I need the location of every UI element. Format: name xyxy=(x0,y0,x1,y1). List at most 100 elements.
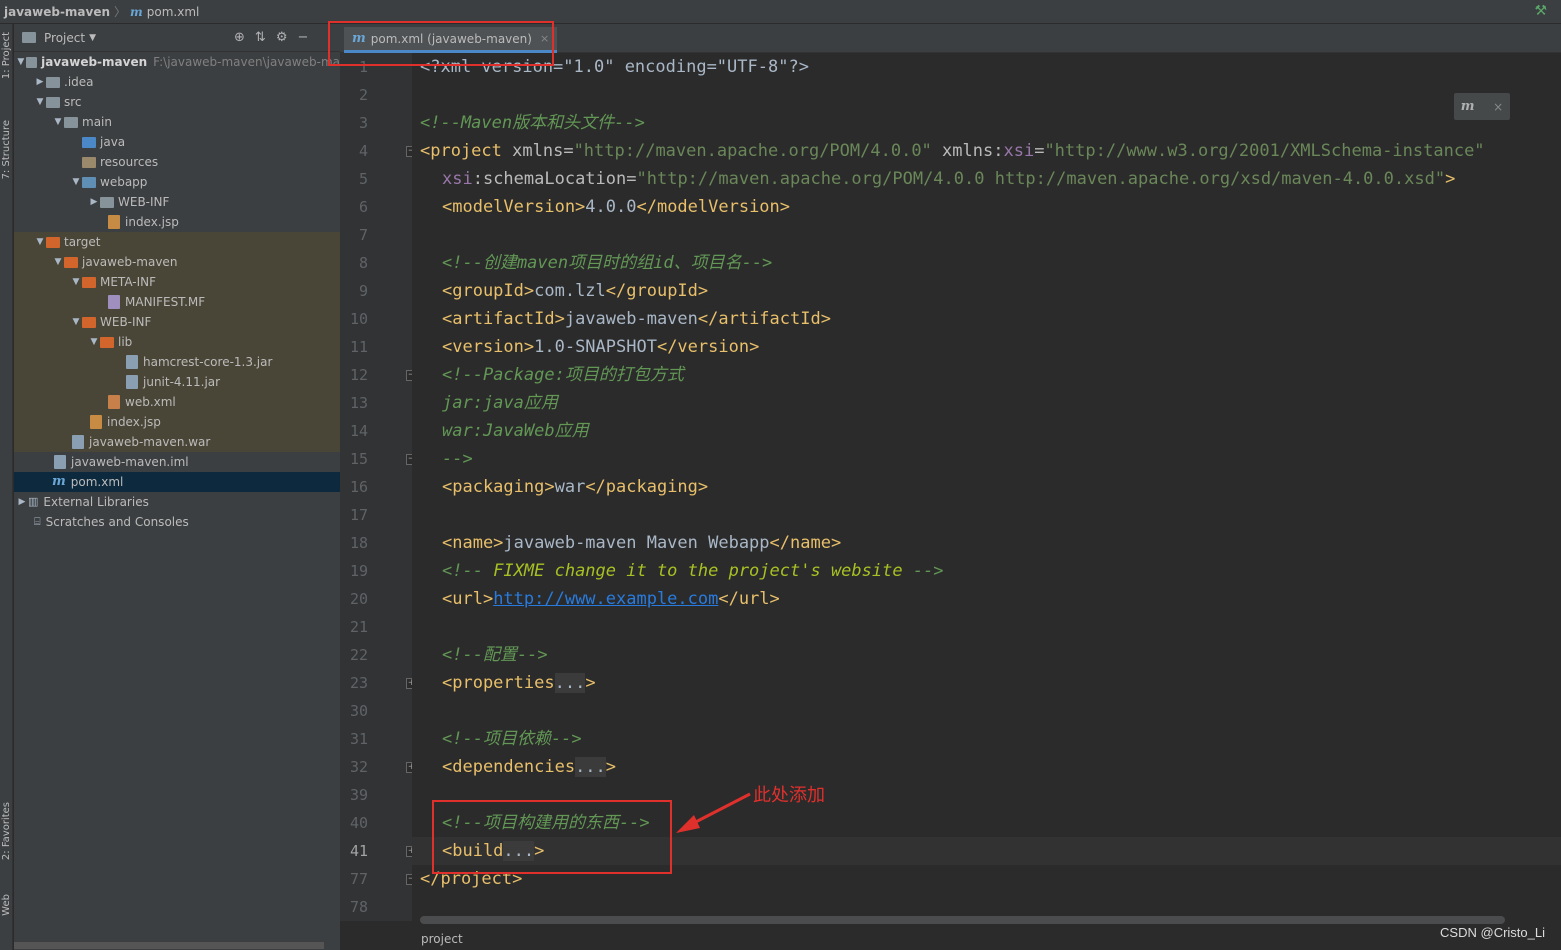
line-number: 39 xyxy=(349,786,368,804)
favorites-tool-tab[interactable]: 2: Favorites xyxy=(0,802,13,860)
expanded-arrow-icon[interactable]: ▼ xyxy=(52,112,64,132)
breadcrumb-project[interactable]: javaweb-maven xyxy=(0,5,110,19)
tag: <project xyxy=(420,141,513,161)
expanded-arrow-icon[interactable]: ▼ xyxy=(34,232,46,252)
tree-item-web-xml[interactable]: web.xml xyxy=(14,392,340,412)
xml-breadcrumb[interactable]: project xyxy=(421,932,463,946)
tag: <url> xyxy=(442,589,494,609)
tree-item-web-inf[interactable]: ▶ WEB-INF xyxy=(14,192,340,212)
tree-item-index-jsp[interactable]: index.jsp xyxy=(14,212,340,232)
tree-item-target-javaweb-maven[interactable]: ▼ javaweb-maven xyxy=(14,252,340,272)
tree-item-hamcrest-jar[interactable]: hamcrest-core-1.3.jar xyxy=(14,352,340,372)
tag: </artifactId> xyxy=(697,309,831,329)
line-number: 20 xyxy=(349,590,368,608)
maven-reload-icon[interactable]: m xyxy=(1461,99,1475,114)
tree-item-webapp[interactable]: ▼ webapp xyxy=(14,172,340,192)
expanded-arrow-icon[interactable]: ▼ xyxy=(52,252,64,272)
tree-item-resources[interactable]: resources xyxy=(14,152,340,172)
tree-item-scratches[interactable]: ⌸ Scratches and Consoles xyxy=(14,512,340,532)
folded-region[interactable]: ... xyxy=(575,757,606,777)
tree-item-main[interactable]: ▼ main xyxy=(14,112,340,132)
line-number: 14 xyxy=(349,422,368,440)
line-number: 6 xyxy=(358,198,368,216)
collapsed-arrow-icon[interactable]: ▶ xyxy=(16,492,28,512)
tree-item-javaweb-maven[interactable]: ▼ javaweb-maven F:\javaweb-maven\javaweb-m… xyxy=(14,52,340,72)
expanded-arrow-icon[interactable]: ▼ xyxy=(34,92,46,112)
breadcrumb-separator: 〉 xyxy=(114,5,127,19)
code-line-9: <groupId>com.lzl</groupId> xyxy=(442,277,708,305)
war-file-icon xyxy=(72,435,84,449)
build-hammer-icon[interactable]: ⚒ xyxy=(1534,3,1547,19)
tab-highlight-box xyxy=(328,21,554,66)
tree-item-target-index-jsp[interactable]: index.jsp xyxy=(14,412,340,432)
tree-item-java[interactable]: java xyxy=(14,132,340,152)
tree-item-external-libraries[interactable]: ▶ ▥ External Libraries xyxy=(14,492,340,512)
tree-label: javaweb-maven xyxy=(41,55,148,69)
tree-label: javaweb-maven.iml xyxy=(71,455,189,469)
expanded-arrow-icon[interactable]: ▼ xyxy=(88,332,100,352)
tree-item-src[interactable]: ▼ src xyxy=(14,92,340,112)
horizontal-scrollbar[interactable] xyxy=(420,916,1505,924)
line-number: 19 xyxy=(349,562,368,580)
web-tool-tab[interactable]: Web xyxy=(0,894,13,916)
excluded-folder-icon xyxy=(82,316,96,328)
expanded-arrow-icon[interactable]: ▼ xyxy=(70,172,82,192)
code-line-11: <version>1.0-SNAPSHOT</version> xyxy=(442,333,759,361)
web-folder-icon xyxy=(82,176,96,188)
tag: </name> xyxy=(769,533,842,553)
collapsed-arrow-icon[interactable]: ▶ xyxy=(34,72,46,92)
gear-icon[interactable]: ⚙ xyxy=(276,30,288,45)
collapse-all-icon[interactable]: ⇅ xyxy=(255,30,266,45)
close-icon[interactable]: × xyxy=(1493,100,1503,114)
breadcrumb-file[interactable]: pom.xml xyxy=(147,5,200,19)
line-number: 15 xyxy=(349,450,368,468)
tree-item-target-web-inf[interactable]: ▼ WEB-INF xyxy=(14,312,340,332)
line-number: 5 xyxy=(358,170,368,188)
structure-tool-tab[interactable]: 7: Structure xyxy=(0,120,13,179)
tree-item-junit-jar[interactable]: junit-4.11.jar xyxy=(14,372,340,392)
tree-item-idea[interactable]: ▶ .idea xyxy=(14,72,340,92)
comment: <!--项目依赖--> xyxy=(442,729,582,749)
text: javaweb-maven xyxy=(564,309,698,329)
tree-item-lib[interactable]: ▼ lib xyxy=(14,332,340,352)
expanded-arrow-icon[interactable]: ▼ xyxy=(16,52,26,72)
tree-label: java xyxy=(100,135,126,149)
collapsed-arrow-icon[interactable]: ▶ xyxy=(88,192,100,212)
code-line-13: jar:java应用 xyxy=(442,389,558,417)
code-line-4: <project xmlns="http://maven.apache.org/… xyxy=(420,141,1485,161)
tree-label: index.jsp xyxy=(125,215,179,229)
comment: <!--配置--> xyxy=(442,645,548,665)
tree-item-iml[interactable]: javaweb-maven.iml xyxy=(14,452,340,472)
line-number: 77 xyxy=(349,870,368,888)
attribute: xmlns xyxy=(512,141,564,161)
code-editor[interactable]: <?xml version="1.0" encoding="UTF-8"?> <… xyxy=(412,53,1561,921)
resources-folder-icon xyxy=(82,156,96,168)
hide-icon[interactable]: − xyxy=(297,30,308,45)
tree-item-meta-inf[interactable]: ▼ META-INF xyxy=(14,272,340,292)
folded-region[interactable]: ... xyxy=(554,673,586,693)
tree-item-manifest[interactable]: MANIFEST.MF xyxy=(14,292,340,312)
expanded-arrow-icon[interactable]: ▼ xyxy=(70,272,82,292)
tree-item-pom-xml[interactable]: m pom.xml xyxy=(14,472,340,492)
locate-icon[interactable]: ⊕ xyxy=(234,30,245,45)
code-line-22: <!--配置--> xyxy=(442,641,548,669)
project-folder-icon xyxy=(22,32,36,43)
fixme-comment: FIXME change it to the project's website xyxy=(493,561,903,581)
tree-item-target[interactable]: ▼ target xyxy=(14,232,340,252)
code-line-18: <name>javaweb-maven Maven Webapp</name> xyxy=(442,529,841,557)
code-line-31: <!--项目依赖--> xyxy=(442,725,582,753)
line-number: 22 xyxy=(349,646,368,664)
comment: <!-- xyxy=(442,561,494,581)
expanded-arrow-icon[interactable]: ▼ xyxy=(70,312,82,332)
tree-item-war[interactable]: javaweb-maven.war xyxy=(14,432,340,452)
code-line-8: <!--创建maven项目时的组id、项目名--> xyxy=(442,249,772,277)
code-line-15: --> xyxy=(442,445,473,473)
url-link[interactable]: http://www.example.com xyxy=(493,589,718,609)
line-number: 12 xyxy=(349,366,368,384)
project-panel-scrollbar[interactable] xyxy=(14,942,324,949)
editor-breadcrumb-bar: project xyxy=(340,928,1561,950)
project-tool-tab[interactable]: 1: Project xyxy=(0,32,13,79)
project-view-selector[interactable]: Project ▼ xyxy=(14,31,96,45)
code-line-5: xsi:schemaLocation="http://maven.apache.… xyxy=(442,169,1456,189)
navigation-bar: javaweb-maven 〉 m pom.xml ⚒ xyxy=(0,0,1561,24)
